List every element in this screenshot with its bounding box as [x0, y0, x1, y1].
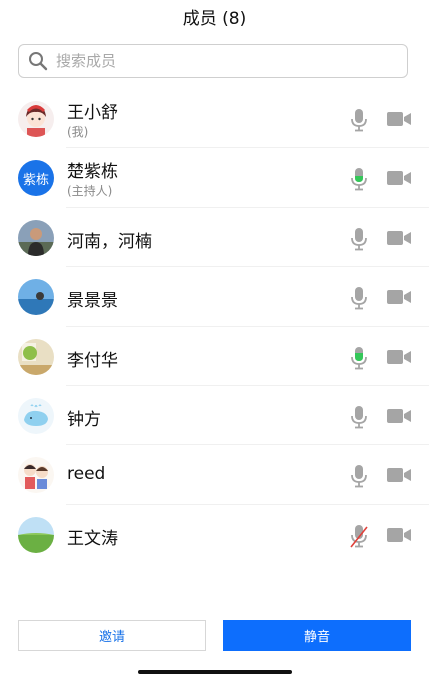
- room-photo-icon: [18, 338, 54, 375]
- microphone-icon[interactable]: [349, 286, 369, 310]
- camera-icon[interactable]: [387, 289, 412, 305]
- avatar: [18, 338, 54, 375]
- microphone-icon[interactable]: [349, 346, 369, 370]
- camera-icon[interactable]: [387, 349, 412, 365]
- camera-icon[interactable]: [387, 527, 412, 543]
- girl-avatar-icon: [18, 101, 54, 137]
- avatar: [18, 219, 54, 256]
- whale-illustration-icon: [18, 397, 54, 434]
- member-name: reed: [67, 464, 106, 485]
- microphone-icon[interactable]: [349, 227, 369, 251]
- member-name: 楚紫栋: [67, 162, 118, 183]
- avatar: 紫栋: [18, 160, 54, 197]
- avatar: [18, 101, 54, 137]
- microphone-icon[interactable]: [349, 464, 369, 488]
- search-bar[interactable]: [18, 44, 408, 78]
- invite-button[interactable]: 邀请: [18, 620, 206, 651]
- member-row[interactable]: 紫栋 楚紫栋 (主持人): [0, 148, 429, 208]
- member-name: 钟方: [67, 409, 101, 430]
- avatar: [18, 457, 54, 494]
- member-name: 河南，河楠: [67, 231, 152, 252]
- camera-icon[interactable]: [387, 170, 412, 186]
- microphone-icon[interactable]: [349, 167, 369, 191]
- man-photo-icon: [18, 219, 54, 256]
- member-name: 王文涛: [67, 528, 118, 549]
- member-name: 王小舒: [67, 103, 118, 123]
- avatar: [18, 397, 54, 434]
- search-input[interactable]: [54, 51, 388, 71]
- microphone-icon[interactable]: [349, 108, 369, 132]
- cartoon-couple-icon: [18, 457, 54, 494]
- camera-icon[interactable]: [387, 408, 412, 424]
- member-role: (我): [67, 125, 89, 139]
- member-name: 李付华: [67, 350, 118, 371]
- microphone-muted-icon[interactable]: [349, 524, 369, 548]
- microphone-icon[interactable]: [349, 405, 369, 429]
- member-row[interactable]: 王文涛: [0, 505, 429, 564]
- sea-photo-icon: [18, 279, 54, 316]
- member-list: 王小舒 (我) 紫栋 楚紫栋 (主持人) 河南，河楠 景景景 李付华 钟方 re…: [0, 89, 429, 564]
- search-icon: [29, 52, 48, 71]
- member-row[interactable]: 钟方: [0, 386, 429, 446]
- member-row[interactable]: 河南，河楠: [0, 208, 429, 268]
- avatar: [18, 279, 54, 316]
- member-row[interactable]: reed: [0, 445, 429, 505]
- field-photo-icon: [18, 516, 54, 553]
- member-row[interactable]: 李付华: [0, 327, 429, 386]
- member-role: (主持人): [67, 184, 113, 199]
- home-indicator[interactable]: [138, 670, 292, 674]
- camera-icon[interactable]: [387, 467, 412, 483]
- member-row[interactable]: 景景景: [0, 267, 429, 327]
- camera-icon[interactable]: [387, 111, 412, 127]
- member-name: 景景景: [67, 291, 118, 312]
- member-row[interactable]: 王小舒 (我): [0, 89, 429, 149]
- page-title: 成员 (8): [182, 9, 247, 29]
- mute-all-button[interactable]: 静音: [223, 620, 411, 651]
- camera-icon[interactable]: [387, 230, 412, 246]
- avatar: [18, 516, 54, 553]
